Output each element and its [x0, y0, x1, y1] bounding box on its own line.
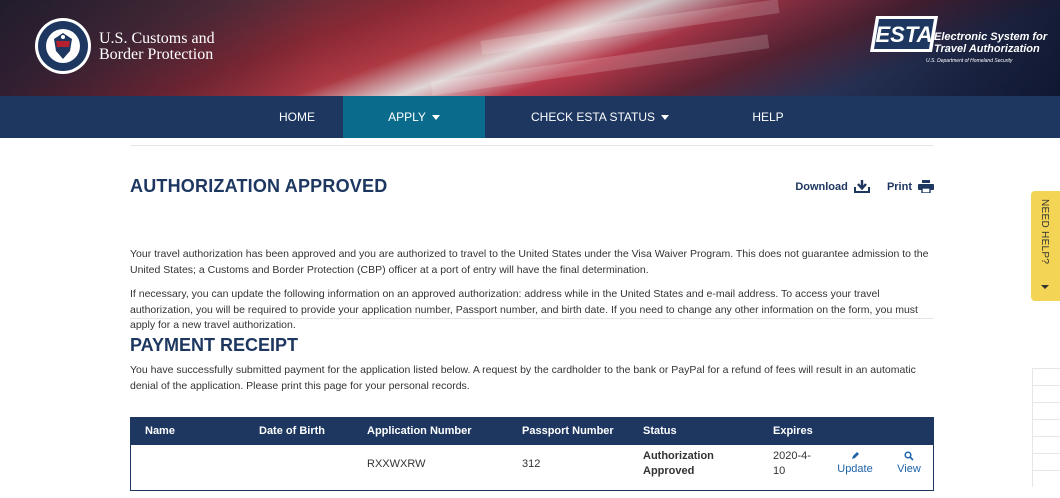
nav-help-label: HELP [752, 110, 784, 124]
page-actions: Download Print [795, 180, 934, 193]
nav-check-esta-status[interactable]: CHECK ESTA STATUS [520, 96, 680, 138]
status-line2: Approved [643, 465, 695, 477]
col-passport-number: Passport Number [522, 425, 614, 437]
cell-application-number: RXXWXRW [367, 458, 426, 470]
section-divider [130, 318, 934, 319]
status-line1: Authorization [643, 450, 714, 462]
cell-passport-number: 312 [522, 458, 541, 470]
page-title: AUTHORIZATION APPROVED [130, 176, 388, 196]
printer-icon [918, 180, 934, 193]
esta-subtitle-line2: Travel Authorization [934, 43, 1040, 55]
expires-line2: 10 [773, 465, 786, 477]
nav-apply[interactable]: APPLY [343, 96, 485, 138]
col-name: Name [145, 425, 175, 437]
esta-logo-text: ESTA [875, 22, 932, 47]
side-line [1032, 368, 1060, 385]
approval-paragraph: Your travel authorization has been appro… [130, 248, 929, 276]
caret-down-icon [1041, 285, 1049, 289]
pencil-icon [852, 452, 859, 459]
cell-status: Authorization Approved [643, 449, 714, 479]
nav-apply-label: APPLY [388, 110, 426, 124]
esta-subtitle-line3: U.S. Department of Homeland Security [926, 58, 1013, 64]
dhs-seal-icon[interactable] [34, 17, 92, 75]
side-line [1032, 453, 1060, 470]
need-help-label: NEED HELP? [1039, 199, 1050, 265]
download-button[interactable]: Download [795, 180, 870, 193]
side-line [1032, 470, 1060, 487]
print-label: Print [886, 180, 912, 193]
side-line [1032, 419, 1060, 436]
main-nav: HOME APPLY CHECK ESTA STATUS HELP [0, 96, 1060, 138]
need-help-tab[interactable]: NEED HELP? [1031, 191, 1060, 301]
chevron-down-icon [431, 115, 440, 121]
print-button[interactable]: Print [887, 180, 934, 193]
view-link[interactable]: View [887, 451, 931, 475]
payment-receipt-title: PAYMENT RECEIPT [130, 335, 299, 355]
side-line [1032, 436, 1060, 453]
view-label: View [897, 463, 921, 475]
agency-name-line2: Border Protection [99, 46, 214, 63]
table-header: Name Date of Birth Application Number Pa… [131, 418, 933, 445]
esta-wordmark-icon: ESTA [870, 16, 938, 52]
top-divider [130, 145, 934, 146]
chevron-down-icon [661, 115, 670, 121]
side-panel-edge [1032, 368, 1060, 498]
col-expires: Expires [773, 425, 813, 437]
side-line [1032, 385, 1060, 402]
payment-receipt-paragraph: You have successfully submitted payment … [130, 364, 916, 392]
nav-home[interactable]: HOME [262, 96, 332, 138]
header-banner: U.S. Customs and Border Protection ESTA … [0, 0, 1060, 96]
esta-subtitle-line1: Electronic System for [934, 31, 1048, 43]
receipt-table: Name Date of Birth Application Number Pa… [130, 417, 934, 491]
magnifier-icon [904, 451, 914, 461]
update-label: Update [837, 463, 873, 475]
nav-home-label: HOME [279, 110, 315, 124]
esta-logo[interactable]: ESTA Electronic System for Travel Author… [862, 12, 1052, 70]
update-link[interactable]: Update [831, 451, 879, 475]
col-application-number: Application Number [367, 425, 472, 437]
download-label: Download [795, 180, 848, 193]
nav-help[interactable]: HELP [736, 96, 800, 138]
col-status: Status [643, 425, 677, 437]
agency-name[interactable]: U.S. Customs and Border Protection [99, 31, 215, 63]
expires-line1: 2020-4- [773, 450, 811, 462]
cell-expires: 2020-4- 10 [773, 449, 811, 479]
update-info-paragraph: If necessary, you can update the followi… [130, 288, 918, 331]
side-line [1032, 402, 1060, 419]
agency-name-line1: U.S. Customs and [99, 30, 215, 47]
col-date-of-birth: Date of Birth [259, 425, 325, 437]
download-icon [853, 180, 870, 193]
nav-check-status-label: CHECK ESTA STATUS [530, 110, 656, 124]
